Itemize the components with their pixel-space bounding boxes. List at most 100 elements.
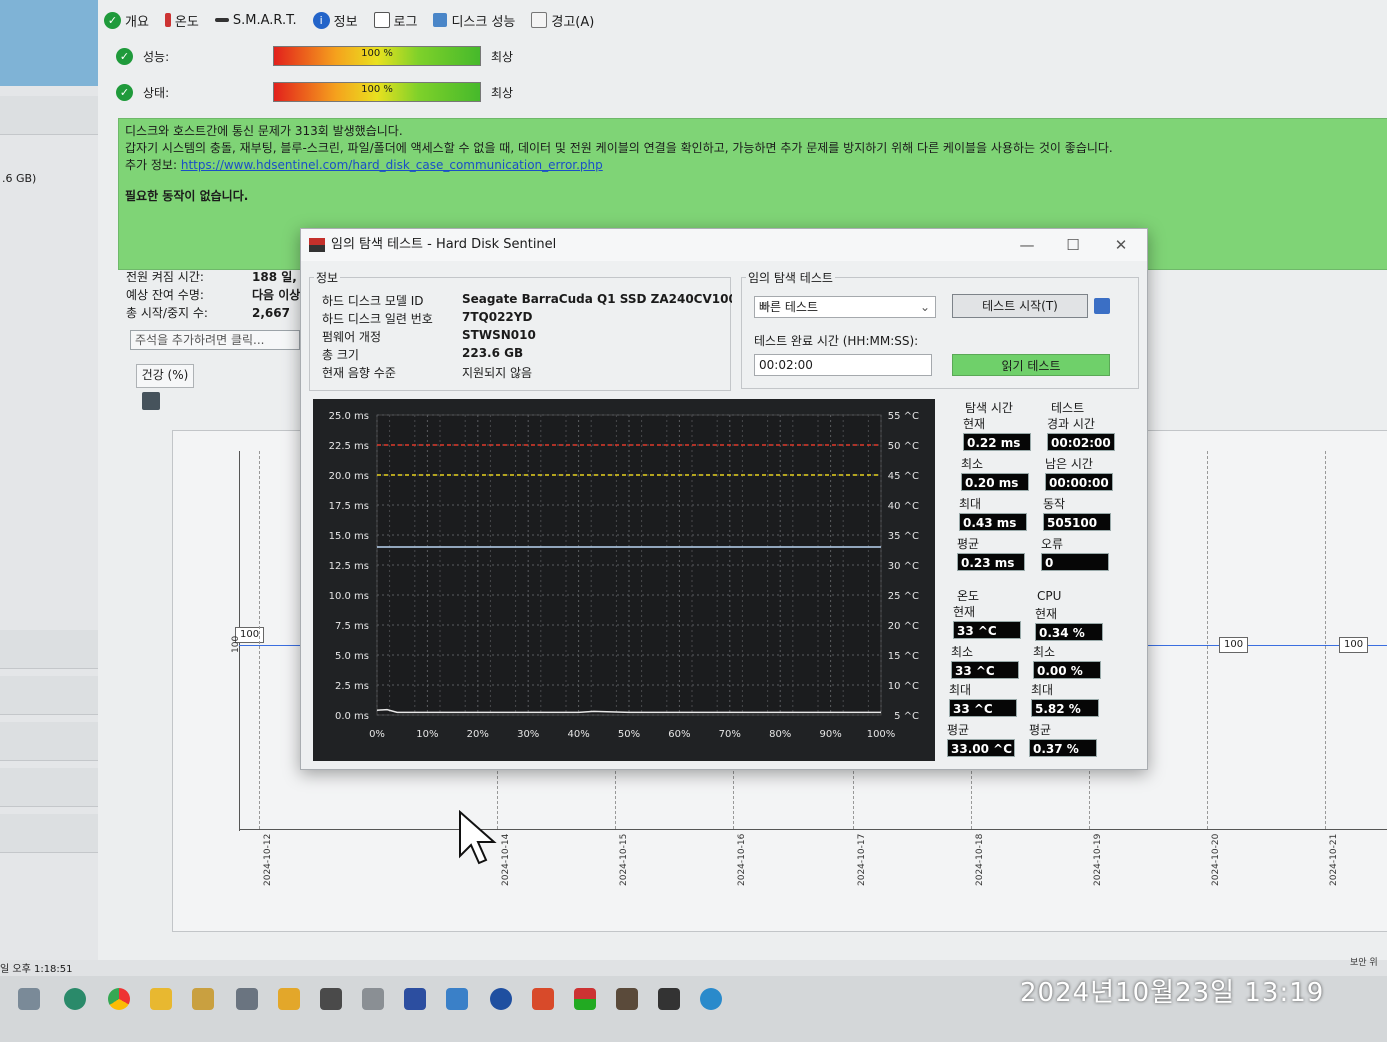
thermometer-icon: [164, 13, 171, 27]
edge-icon[interactable]: [64, 988, 86, 1010]
app-icon[interactable]: [278, 988, 300, 1010]
message-line: 갑자기 시스템의 충돌, 재부팅, 블루-스크린, 파일/폴더에 액세스할 수 …: [125, 141, 1113, 155]
chrome-icon[interactable]: [108, 988, 130, 1010]
sidebar-row[interactable]: [0, 722, 98, 761]
x-tick-label: 100%: [867, 729, 896, 740]
x-tick-label: 10%: [416, 729, 438, 740]
seek-avg-label: 평균: [957, 537, 980, 551]
x-tick-label: 40%: [567, 729, 589, 740]
app-icon[interactable]: [404, 988, 426, 1010]
tab-smart[interactable]: S.M.A.R.T.: [214, 13, 297, 28]
tab-overview[interactable]: ✓ 개요: [104, 11, 149, 30]
app-icon[interactable]: [446, 988, 468, 1010]
seek-current-label: 현재: [963, 417, 986, 431]
app-icon[interactable]: [490, 988, 512, 1010]
remaining-value: 00:00:00: [1045, 473, 1113, 491]
life-value: 다음 이상: [252, 288, 301, 302]
y2-tick-label: 15 ^C: [888, 651, 919, 662]
tab-log[interactable]: 로그: [373, 11, 418, 30]
help-link[interactable]: https://www.hdsentinel.com/hard_disk_cas…: [181, 158, 603, 172]
grid-line: [259, 451, 260, 829]
log-icon: [373, 12, 390, 28]
ops-value: 505100: [1043, 513, 1111, 531]
starts-value: 2,667: [252, 306, 290, 320]
mouse-cursor-icon: [459, 810, 497, 865]
cpu-title: CPU: [1037, 589, 1062, 603]
tab-label: 온도: [174, 14, 199, 30]
size-label: 총 크기: [322, 348, 359, 362]
tab-temperature[interactable]: 온도: [164, 11, 199, 30]
hd-sentinel-icon[interactable]: [574, 988, 596, 1010]
maximize-button[interactable]: ☐: [1053, 229, 1093, 261]
minimize-button[interactable]: —: [1007, 229, 1047, 261]
cpu-current-value: 0.34 %: [1035, 623, 1103, 641]
selected-disk-item[interactable]: [0, 0, 98, 86]
seek-test-group: 임의 탐색 테스트 빠른 테스트 ⌄ 테스트 시작(T) 테스트 완료 시간 (…: [741, 269, 1139, 389]
tab-disk-performance[interactable]: 디스크 성능: [433, 11, 515, 30]
tab-info[interactable]: i 정보: [312, 11, 358, 30]
errors-value: 0: [1041, 553, 1109, 571]
seek-max-label: 최대: [959, 497, 982, 511]
read-test-button[interactable]: 읽기 테스트: [952, 354, 1110, 376]
temp-avg-label: 평균: [947, 723, 970, 737]
note-input[interactable]: 주석을 추가하려면 클릭...: [130, 330, 300, 350]
elapsed-value: 00:02:00: [1047, 433, 1115, 451]
dialog-title-bar: 임의 탐색 테스트 - Hard Disk Sentinel — ☐ ✕: [301, 229, 1147, 261]
sidebar-row[interactable]: [0, 768, 98, 807]
app-icon[interactable]: [236, 988, 258, 1010]
y-tick-label: 5.0 ms: [335, 651, 369, 662]
app-icon[interactable]: [192, 988, 214, 1010]
save-icon[interactable]: [142, 392, 160, 410]
start-test-button[interactable]: 테스트 시작(T): [952, 294, 1088, 318]
random-seek-test-dialog: 임의 탐색 테스트 - Hard Disk Sentinel — ☐ ✕ 정보 …: [300, 228, 1148, 770]
date-tick-label: 2024-10-16: [737, 833, 747, 886]
edge-icon[interactable]: [700, 988, 722, 1010]
check-icon: ✓: [104, 11, 121, 29]
y-tick-label: 17.5 ms: [329, 501, 369, 512]
date-tick-label: 2024-10-20: [1211, 833, 1221, 886]
x-tick-label: 30%: [517, 729, 539, 740]
y2-tick-label: 5 ^C: [894, 711, 919, 722]
app-icon[interactable]: [658, 988, 680, 1010]
y-tick-label: 12.5 ms: [329, 561, 369, 572]
model-label: 하드 디스크 모델 ID: [322, 294, 424, 308]
temp-max-value: 33 ^C: [949, 699, 1017, 717]
sidebar-row[interactable]: [0, 676, 98, 715]
tab-label: 로그: [393, 14, 418, 30]
y-tick-label: 0.0 ms: [335, 711, 369, 722]
app-icon[interactable]: [532, 988, 554, 1010]
date-tick-label: 2024-10-15: [619, 833, 629, 886]
close-button[interactable]: ✕: [1101, 229, 1141, 261]
save-icon[interactable]: [1094, 298, 1110, 314]
tab-bar: ✓ 개요 온도 S.M.A.R.T. i 정보 로그 디스크 성능 경고(A): [104, 6, 594, 34]
app-icon[interactable]: [320, 988, 342, 1010]
performance-percent: 100 %: [361, 48, 393, 59]
sidebar-row[interactable]: [0, 96, 98, 135]
folder-icon[interactable]: [150, 988, 172, 1010]
sidebar-row[interactable]: [0, 814, 98, 853]
temp-avg-value: 33.00 ^C: [947, 739, 1015, 757]
test-type-select[interactable]: 빠른 테스트 ⌄: [754, 296, 936, 318]
sidebar-row[interactable]: [0, 630, 98, 669]
date-tick-label: 2024-10-18: [975, 833, 985, 886]
app-icon[interactable]: [362, 988, 384, 1010]
app-icon[interactable]: [18, 988, 40, 1010]
time-input[interactable]: 00:02:00: [754, 354, 932, 376]
y-tick-label: 10.0 ms: [329, 591, 369, 602]
remaining-label: 남은 시간: [1045, 457, 1093, 471]
tab-health[interactable]: 건강 (%): [136, 364, 194, 388]
cpu-avg-label: 평균: [1029, 723, 1052, 737]
seek-min-value: 0.20 ms: [961, 473, 1029, 491]
grid-line: [1207, 451, 1208, 829]
chevron-down-icon: ⌄: [919, 300, 930, 314]
value-badge: 100: [1339, 637, 1369, 653]
test-type-value: 빠른 테스트: [759, 300, 819, 314]
chart-icon: [433, 13, 448, 27]
message-line: 디스크와 호스트간에 통신 문제가 313회 발생했습니다.: [125, 124, 403, 138]
app-icon[interactable]: [616, 988, 638, 1010]
y2-tick-label: 35 ^C: [888, 531, 919, 542]
test-title: 테스트: [1051, 401, 1085, 415]
tab-warnings[interactable]: 경고(A): [531, 11, 594, 30]
seek-title: 탐색 시간: [965, 401, 1013, 415]
size-value: 223.6 GB: [462, 346, 524, 360]
